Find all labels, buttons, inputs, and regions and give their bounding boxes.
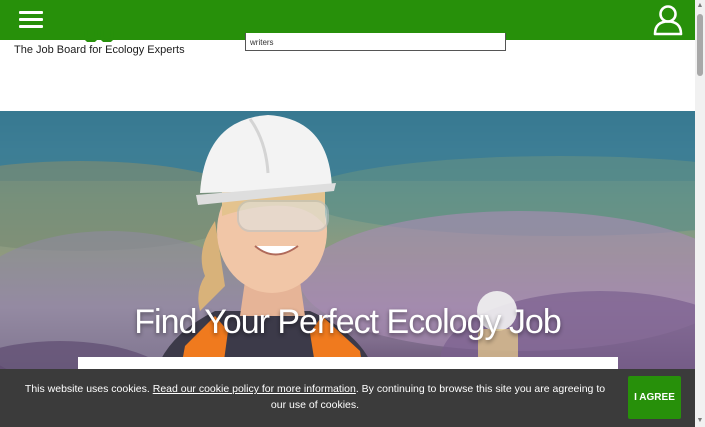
scroll-up-arrow-icon[interactable]: ▲: [695, 0, 705, 12]
cookie-consent-text: This website uses cookies. Read our cook…: [20, 381, 610, 413]
hero-title: Find Your Perfect Ecology Job: [134, 303, 562, 341]
site-logo[interactable]: [82, 30, 116, 42]
user-account-icon[interactable]: [653, 4, 683, 36]
cookie-policy-link[interactable]: Read our cookie policy for more informat…: [153, 383, 356, 395]
page: The Job Board for Ecology Experts writer…: [0, 0, 705, 427]
cookie-text-intro: This website uses cookies.: [24, 383, 153, 395]
keyword-search-box[interactable]: [245, 33, 506, 51]
scroll-down-arrow-icon[interactable]: ▼: [695, 415, 705, 427]
cookie-consent-banner: This website uses cookies. Read our cook…: [0, 369, 695, 427]
site-tagline: The Job Board for Ecology Experts: [14, 44, 185, 56]
scrollbar-thumb[interactable]: [697, 14, 703, 76]
keyword-search-input[interactable]: [250, 38, 500, 47]
cookie-agree-button[interactable]: I AGREE: [628, 376, 681, 419]
vertical-scrollbar[interactable]: ▲ ▼: [695, 0, 705, 427]
hamburger-menu-icon[interactable]: [19, 11, 43, 29]
